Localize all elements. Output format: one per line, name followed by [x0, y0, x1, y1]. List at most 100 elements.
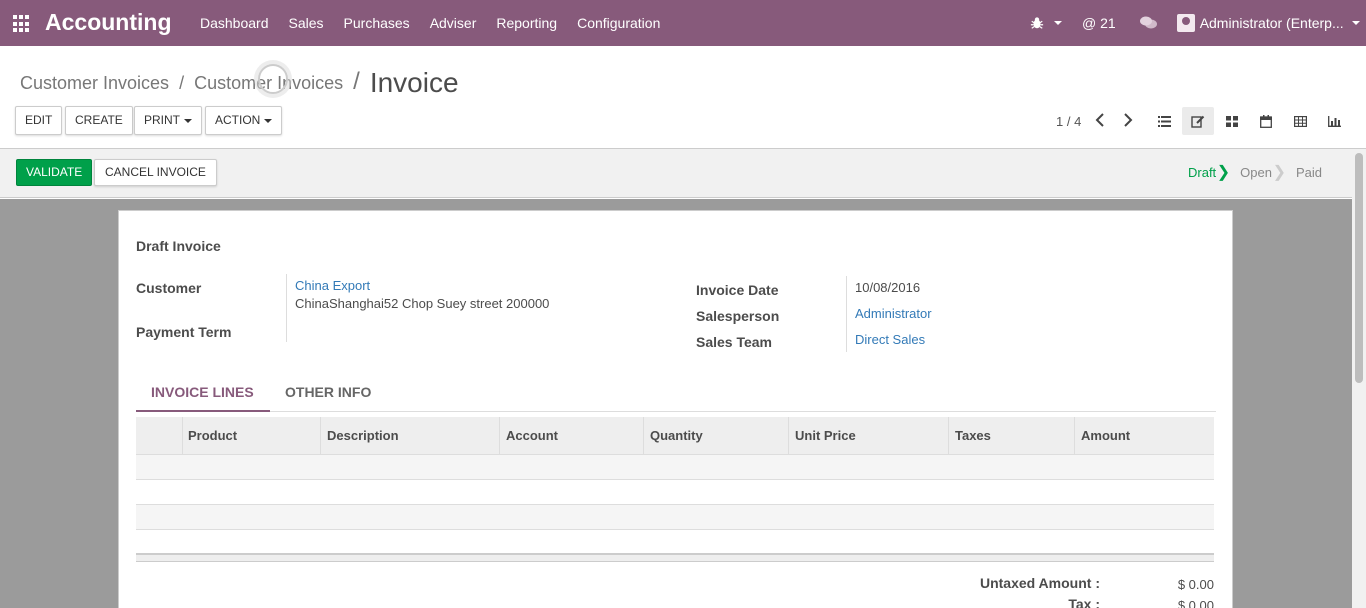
stage-draft: Draft ❯ [1188, 165, 1230, 181]
notebook-tabs: INVOICE LINES OTHER INFO [136, 376, 1216, 412]
untaxed-amount-label: Untaxed Amount : [979, 575, 1100, 591]
active-tab-indicator [136, 410, 270, 412]
kanban-icon [1226, 115, 1238, 127]
pager-previous-button[interactable] [1095, 113, 1105, 132]
tax-label: Tax : [1068, 596, 1100, 608]
validate-button[interactable]: VALIDATE [16, 159, 93, 186]
chat-icon[interactable] [1139, 16, 1157, 30]
cancel-invoice-button[interactable]: CANCEL INVOICE [94, 159, 217, 186]
bar-chart-icon [1327, 115, 1341, 127]
calendar-view-button[interactable] [1250, 107, 1282, 135]
salesperson-link[interactable]: Administrator [855, 306, 932, 321]
page-title: Invoice [369, 67, 459, 98]
sales-team-link[interactable]: Direct Sales [855, 332, 925, 347]
customer-label: Customer [136, 280, 202, 296]
menu-item-purchases[interactable]: Purchases [344, 15, 410, 31]
table-row[interactable] [136, 505, 1214, 530]
chevron-right-icon [1124, 113, 1133, 127]
chevron-down-icon [1351, 21, 1360, 25]
column-quantity[interactable]: Quantity [650, 428, 703, 443]
invoice-date-label: Invoice Date [696, 282, 779, 298]
tax-value: $ 0.00 [1177, 598, 1214, 608]
print-button[interactable]: PRINT [134, 106, 202, 135]
pager-next-button[interactable] [1123, 113, 1133, 132]
bug-icon [1030, 17, 1044, 29]
form-content-area: Draft Invoice Customer China Export Chin… [0, 199, 1352, 608]
column-amount[interactable]: Amount [1081, 428, 1130, 443]
invoice-state-title: Draft Invoice [136, 238, 221, 254]
column-product[interactable]: Product [188, 428, 237, 443]
app-title: Accounting [45, 9, 172, 35]
customer-link[interactable]: China Export [295, 278, 370, 293]
tab-invoice-lines[interactable]: INVOICE LINES [151, 384, 254, 400]
payment-term-label: Payment Term [136, 324, 232, 340]
stage-paid-label: Paid [1295, 165, 1323, 180]
status-stages: Draft ❯ Open ❯ Paid [1188, 165, 1340, 181]
invoice-sheet: Draft Invoice Customer China Export Chin… [118, 210, 1233, 608]
action-button-label: ACTION [215, 113, 261, 127]
breadcrumb-item-customer-invoices[interactable]: Customer Invoices [20, 73, 169, 93]
chevron-left-icon [1095, 113, 1104, 127]
column-unit-price[interactable]: Unit Price [795, 428, 856, 443]
menu-item-reporting[interactable]: Reporting [496, 15, 557, 31]
menu-item-dashboard[interactable]: Dashboard [200, 15, 269, 31]
sales-team-label: Sales Team [696, 334, 773, 350]
column-taxes[interactable]: Taxes [955, 428, 991, 443]
table-row[interactable] [136, 530, 1214, 555]
systray: @ 21 Administrator (Enterp... [1030, 14, 1360, 32]
stage-open-label: Open [1240, 165, 1272, 180]
graph-view-button[interactable] [1318, 107, 1350, 135]
user-menu[interactable]: Administrator (Enterp... [1176, 14, 1360, 32]
table-icon [1293, 115, 1307, 127]
table-row[interactable] [136, 455, 1214, 480]
form-view-button[interactable] [1182, 107, 1214, 135]
pivot-view-button[interactable] [1284, 107, 1316, 135]
stage-open[interactable]: Open ❯ [1240, 165, 1286, 181]
table-header: Product Description Account Quantity Uni… [136, 417, 1214, 455]
chevron-down-icon [184, 118, 192, 123]
at-icon: @ [1082, 15, 1097, 31]
chevron-down-icon [264, 118, 273, 123]
menu-item-adviser[interactable]: Adviser [430, 15, 477, 31]
tab-other-info[interactable]: OTHER INFO [285, 384, 371, 400]
control-panel: Customer Invoices / Customer Invoices / Invo… [0, 46, 1366, 149]
user-name: Administrator (Enterp... [1199, 15, 1344, 31]
loading-spinner-icon [258, 64, 288, 94]
stage-paid[interactable]: Paid [1296, 165, 1322, 180]
mentions-counter[interactable]: @ 21 [1082, 15, 1116, 31]
field-divider [846, 276, 847, 352]
column-description[interactable]: Description [327, 428, 399, 443]
salesperson-label: Salesperson [696, 308, 780, 324]
debug-menu[interactable] [1030, 16, 1062, 30]
print-button-label: PRINT [144, 113, 180, 127]
edit-icon [1191, 115, 1205, 128]
scrollbar-thumb[interactable] [1355, 153, 1363, 383]
menu-item-sales[interactable]: Sales [289, 15, 324, 31]
calendar-icon [1260, 114, 1272, 128]
chevron-right-icon: ❯ [1216, 164, 1231, 181]
apps-menu-icon[interactable] [13, 15, 31, 33]
mentions-count: 21 [1100, 15, 1116, 31]
create-button[interactable]: CREATE [65, 106, 133, 135]
invoice-date-value: 10/08/2016 [855, 280, 921, 295]
list-icon [1157, 115, 1171, 127]
avatar [1176, 14, 1195, 32]
chevron-right-icon: ❯ [1272, 164, 1286, 181]
edit-button[interactable]: EDIT [15, 106, 63, 135]
breadcrumb: Customer Invoices / Customer Invoices / Invo… [20, 67, 459, 98]
action-button[interactable]: ACTION [205, 106, 283, 135]
main-menu: Dashboard Sales Purchases Adviser Report… [200, 15, 680, 31]
column-account[interactable]: Account [506, 428, 558, 443]
table-row[interactable] [136, 480, 1214, 505]
kanban-view-button[interactable] [1216, 107, 1248, 135]
form-statusbar: VALIDATE CANCEL INVOICE Draft ❯ Open ❯ Pai… [0, 149, 1352, 198]
top-navbar: Accounting Dashboard Sales Purchases Adv… [0, 0, 1366, 46]
list-view-button[interactable] [1148, 107, 1180, 135]
vertical-scrollbar[interactable] [1352, 149, 1366, 608]
pager-value[interactable]: 1 / 4 [1056, 114, 1081, 129]
customer-address: ChinaShanghai52 Chop Suey street 200000 [295, 296, 550, 311]
field-divider [286, 274, 287, 342]
table-footer [136, 553, 1214, 562]
chevron-down-icon [1054, 21, 1062, 25]
menu-item-configuration[interactable]: Configuration [577, 15, 660, 31]
